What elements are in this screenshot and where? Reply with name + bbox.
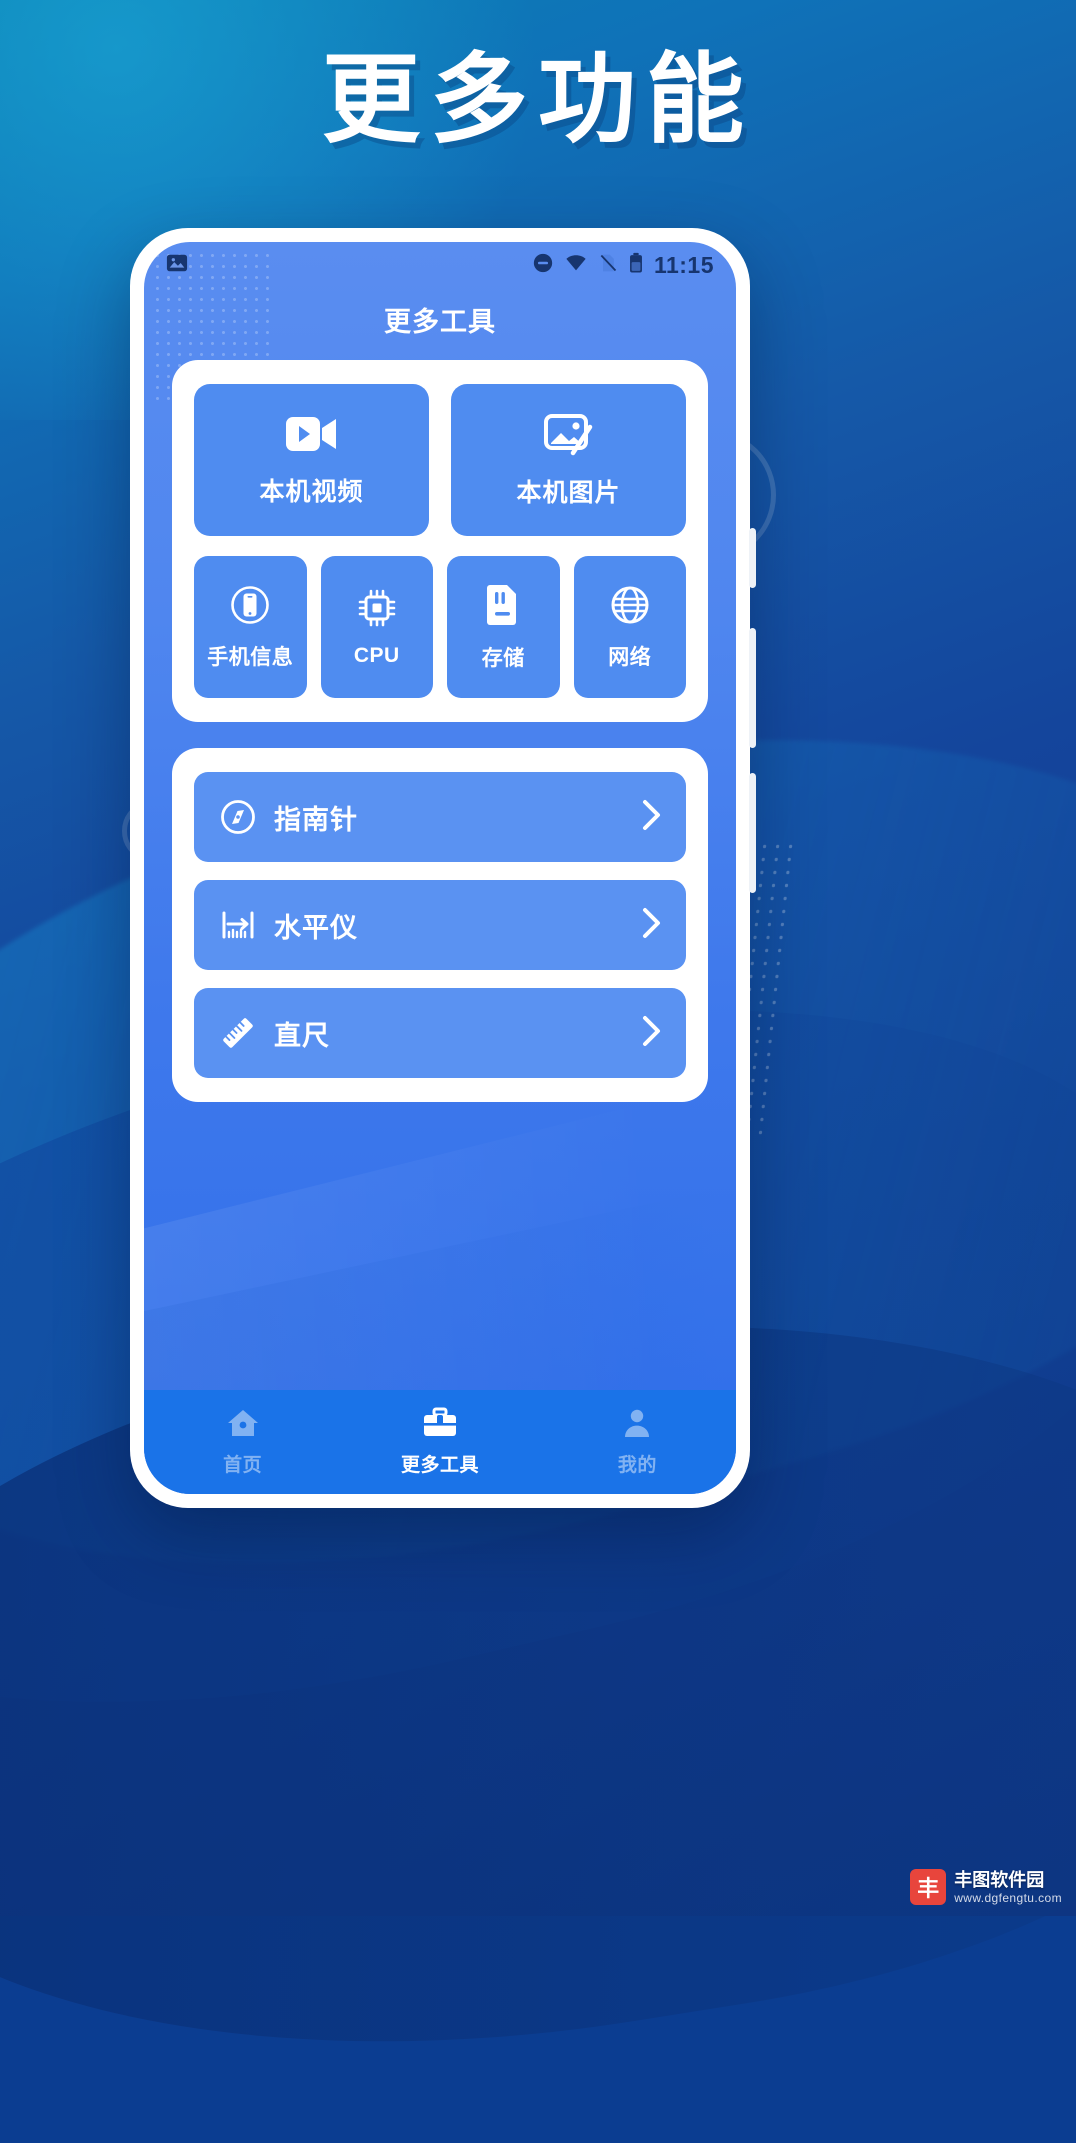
- nav-item-more-tools[interactable]: 更多工具: [341, 1407, 538, 1477]
- person-icon: [621, 1407, 653, 1444]
- tile-storage[interactable]: 存储: [447, 556, 560, 698]
- big-tile-row: 本机视频 本机图片: [194, 384, 686, 536]
- do-not-disturb-icon: [532, 252, 554, 279]
- no-sim-icon: [598, 252, 618, 279]
- poster-headline: 更多功能: [321, 43, 754, 157]
- status-bar-right: 11:15: [532, 252, 714, 279]
- toolbox-icon: [422, 1407, 458, 1444]
- phone-side-button-1: [749, 528, 756, 588]
- tools-list-card: 指南针 水平仪 直尺: [172, 748, 708, 1102]
- status-bar-time: 11:15: [653, 251, 714, 278]
- nav-item-home[interactable]: 首页: [144, 1407, 341, 1477]
- image-picture-icon: [543, 412, 595, 461]
- tile-label: 存储: [481, 646, 525, 670]
- ruler-icon: [216, 1013, 260, 1053]
- tile-network[interactable]: 网络: [573, 556, 686, 698]
- tile-label: 网络: [608, 645, 652, 669]
- nav-item-label: 首页: [223, 1455, 263, 1476]
- sd-card-icon: [484, 583, 522, 632]
- nav-item-label: 我的: [617, 1455, 657, 1476]
- app-header: 更多工具: [144, 288, 736, 350]
- phone-info-icon: [229, 584, 271, 631]
- tile-label: 手机信息: [207, 645, 294, 669]
- battery-icon: [628, 252, 644, 279]
- phone-mockup: 11:15 更多工具 本机视频 本机图片 手机信息 CPU 存储 网络 指南针 …: [130, 228, 756, 1508]
- chevron-right-icon: [638, 1014, 664, 1053]
- list-item-label: 直尺: [274, 1020, 330, 1051]
- list-item-label: 指南针: [274, 804, 358, 835]
- small-tile-row: 手机信息 CPU 存储 网络: [194, 556, 686, 698]
- phone-side-button-3: [749, 773, 756, 893]
- watermark-text: 丰图软件园 www.dgfengtu.com: [954, 1869, 1062, 1907]
- status-bar-left: [166, 252, 188, 279]
- tile-local-video[interactable]: 本机视频: [194, 384, 429, 536]
- tile-label: CPU: [353, 643, 400, 667]
- globe-network-icon: [609, 584, 651, 631]
- tile-label: 本机图片: [516, 478, 621, 507]
- list-item-ruler[interactable]: 直尺: [194, 988, 686, 1078]
- video-camera-icon: [284, 413, 340, 460]
- list-item-level[interactable]: 水平仪: [194, 880, 686, 970]
- list-item-label: 水平仪: [274, 912, 358, 943]
- home-icon: [226, 1407, 260, 1444]
- compass-icon: [216, 798, 260, 836]
- image-icon: [166, 252, 188, 279]
- spirit-level-icon: [216, 906, 260, 944]
- phone-screen: 11:15 更多工具 本机视频 本机图片 手机信息 CPU 存储 网络 指南针 …: [144, 242, 736, 1494]
- tools-grid-card: 本机视频 本机图片 手机信息 CPU 存储 网络: [172, 360, 708, 722]
- cpu-chip-icon: [356, 587, 398, 634]
- bottom-navigation: 首页 更多工具 我的: [144, 1390, 736, 1494]
- list-item-compass[interactable]: 指南针: [194, 772, 686, 862]
- chevron-right-icon: [638, 798, 664, 837]
- tile-label: 本机视频: [259, 477, 364, 506]
- watermark: 丰 丰图软件园 www.dgfengtu.com: [910, 1869, 1062, 1907]
- status-bar: 11:15: [144, 242, 736, 288]
- tile-cpu[interactable]: CPU: [320, 556, 433, 698]
- chevron-right-icon: [638, 906, 664, 945]
- nav-item-label: 更多工具: [400, 1455, 479, 1476]
- nav-item-profile[interactable]: 我的: [539, 1407, 736, 1477]
- phone-side-button-2: [749, 628, 756, 748]
- watermark-site-url: www.dgfengtu.com: [954, 1891, 1062, 1905]
- tile-local-pictures[interactable]: 本机图片: [451, 384, 686, 536]
- watermark-site-name: 丰图软件园: [954, 1869, 1045, 1890]
- wifi-icon: [564, 252, 588, 279]
- watermark-badge: 丰: [910, 1869, 947, 1906]
- page-title: 更多工具: [384, 306, 496, 337]
- tile-phone-info[interactable]: 手机信息: [194, 556, 307, 698]
